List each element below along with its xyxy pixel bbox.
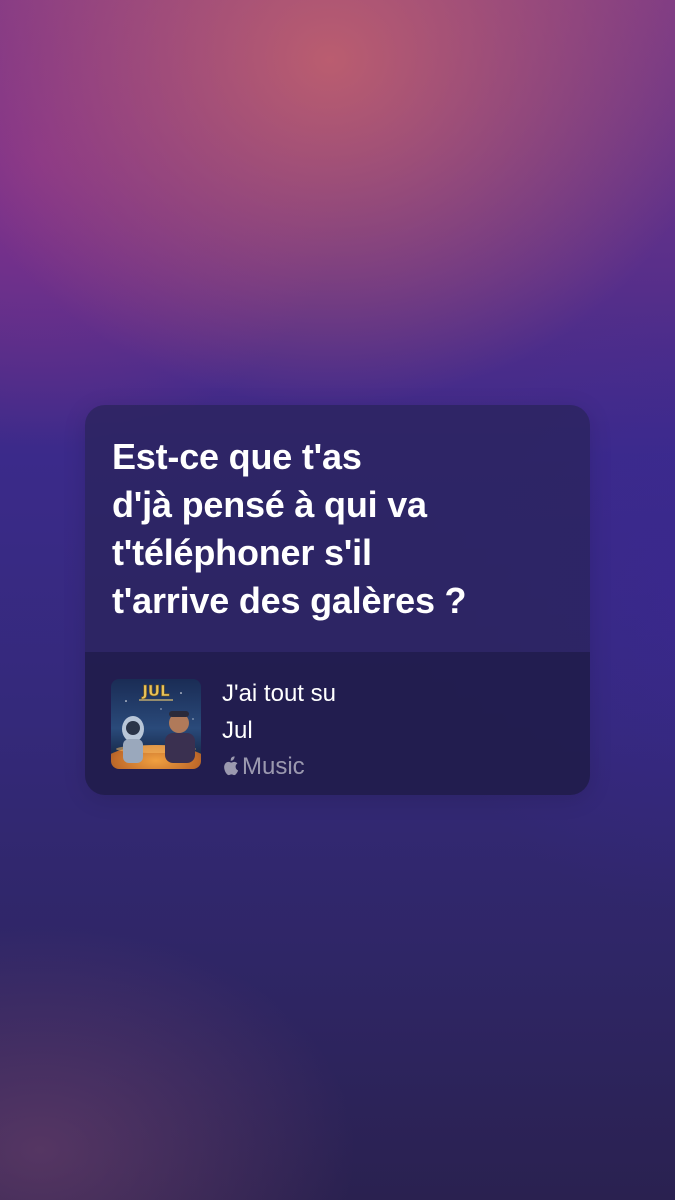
song-title[interactable]: J'ai tout su bbox=[222, 679, 336, 709]
lyric-line: d'jà pensé à qui va bbox=[112, 484, 427, 525]
apple-logo-icon bbox=[224, 755, 239, 775]
artist-name[interactable]: Jul bbox=[222, 716, 253, 746]
lyric-text: Est-ce que t'as d'jà pensé à qui va t'té… bbox=[112, 433, 572, 625]
album-art[interactable]: JUL bbox=[111, 679, 201, 769]
album-art-image: JUL bbox=[111, 679, 201, 769]
lyric-line: t'arrive des galères ? bbox=[112, 580, 467, 621]
track-info[interactable]: JUL J'ai tout su Jul Music bbox=[85, 652, 590, 795]
album-art-label: JUL bbox=[141, 682, 170, 700]
service-label: Music bbox=[242, 753, 305, 780]
lyric-line: t'téléphoner s'il bbox=[112, 532, 372, 573]
lyric-line: Est-ce que t'as bbox=[112, 436, 362, 477]
lyric-share-card[interactable]: Est-ce que t'as d'jà pensé à qui va t'té… bbox=[85, 405, 590, 795]
apple-music-badge[interactable]: Music bbox=[222, 752, 305, 782]
